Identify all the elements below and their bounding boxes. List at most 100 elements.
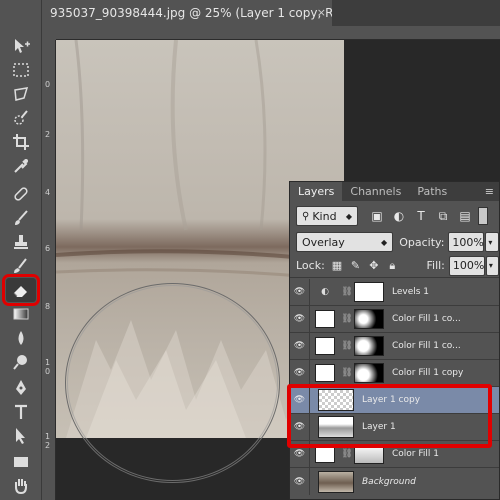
filter-kind-dropdown[interactable]: ⚲ Kind ◆ [296, 206, 358, 226]
rectangle-icon[interactable] [6, 450, 36, 474]
opacity-slider-button[interactable]: ▾ [485, 232, 499, 252]
vertical-ruler[interactable]: 0 2 4 6 8 1 0 1 2 [42, 40, 56, 500]
fill-color-thumbnail[interactable] [315, 364, 335, 382]
layer-name: Color Fill 1 co... [392, 341, 461, 351]
layer-row[interactable]: 👁︎ ⛓︎ Color Fill 1 co... [290, 305, 499, 333]
eraser-icon[interactable] [2, 274, 40, 306]
lock-position-icon[interactable]: ✥ [368, 259, 380, 273]
link-icon[interactable]: ⛓︎ [340, 287, 354, 297]
quick-select-icon[interactable] [6, 106, 36, 130]
healing-brush-icon[interactable] [6, 182, 36, 206]
layer-mask-thumbnail[interactable] [354, 309, 384, 329]
fill-field[interactable]: 100% [448, 255, 485, 276]
ruler-tick: 1 0 [45, 358, 51, 376]
layer-thumbnail[interactable] [318, 470, 354, 493]
tab-bar-background [332, 0, 500, 26]
layer-name: Layer 1 copy [362, 395, 421, 405]
layer-row-background[interactable]: 👁︎ Background [290, 468, 499, 495]
hand-icon[interactable] [6, 474, 36, 498]
lock-transparent-icon[interactable]: ▦ [331, 259, 343, 273]
photoshop-window: 935037_90398444.jpg @ 25% (Layer 1 copy,… [0, 0, 500, 500]
panel-menu-icon[interactable]: ≡ [485, 182, 499, 201]
visibility-eye-icon[interactable]: 👁︎ [290, 278, 310, 306]
panel-tab-bar: Layers Channels Paths ≡ [290, 182, 499, 201]
link-icon[interactable]: ⛓︎ [340, 341, 354, 351]
search-icon: ⚲ [302, 210, 310, 222]
adjustment-levels-icon: ◐ [321, 287, 329, 297]
document-tab[interactable]: 935037_90398444.jpg @ 25% (Layer 1 copy,… [42, 0, 332, 26]
tab-layers[interactable]: Layers [290, 182, 343, 201]
horizontal-ruler[interactable] [56, 26, 500, 40]
layer-thumbnail[interactable] [318, 416, 354, 438]
blend-mode-dropdown[interactable]: Overlay ◆ [296, 232, 394, 252]
crop-icon[interactable] [6, 130, 36, 154]
brush-icon[interactable] [6, 206, 36, 230]
clone-stamp-icon[interactable] [6, 230, 36, 254]
lasso-icon[interactable] [6, 82, 36, 106]
tools-panel [0, 0, 42, 500]
fill-slider-button[interactable]: ▾ [485, 255, 499, 276]
visibility-eye-icon[interactable]: 👁︎ [290, 440, 310, 468]
type-icon[interactable] [6, 400, 36, 424]
visibility-eye-icon[interactable]: 👁︎ [290, 468, 310, 495]
ruler-tick: 0 [45, 80, 51, 89]
chevron-down-icon: ◆ [345, 211, 352, 221]
layer-row-selected[interactable]: 👁︎ Layer 1 copy [290, 386, 499, 414]
layer-name: Color Fill 1 [392, 449, 439, 459]
visibility-eye-icon[interactable]: 👁︎ [290, 332, 310, 360]
fill-color-thumbnail[interactable] [315, 337, 335, 355]
fill-label: Fill: [426, 259, 445, 272]
lock-row: Lock: ▦ ✎ ✥ 🔒︎ Fill: 100% ▾ [290, 254, 499, 278]
layer-mask-thumbnail[interactable] [354, 363, 384, 383]
close-tab-icon[interactable]: × [317, 0, 326, 26]
visibility-eye-icon[interactable]: 👁︎ [290, 305, 310, 333]
fill-color-thumbnail[interactable] [315, 445, 335, 463]
layer-row[interactable]: 👁︎ ◐ ⛓︎ Levels 1 [290, 278, 499, 306]
visibility-eye-icon[interactable]: 👁︎ [290, 386, 310, 414]
opacity-value: 100% [452, 235, 484, 249]
move-icon[interactable] [6, 34, 36, 58]
history-brush-icon[interactable] [6, 254, 36, 278]
layer-mask-thumbnail[interactable] [354, 336, 384, 356]
link-icon[interactable]: ⛓︎ [340, 314, 354, 324]
lock-all-icon[interactable]: 🔒︎ [386, 259, 398, 273]
filter-kind-value: Kind [312, 209, 337, 223]
ruler-origin[interactable] [42, 26, 56, 40]
layer-name: Background [362, 476, 416, 487]
filter-type-icon[interactable]: T [412, 207, 430, 225]
filter-toggle[interactable] [478, 207, 488, 225]
blur-icon[interactable] [6, 326, 36, 350]
layer-row[interactable]: 👁︎ ⛓︎ Color Fill 1 co... [290, 332, 499, 360]
link-icon[interactable]: ⛓︎ [340, 368, 354, 378]
dodge-icon[interactable] [6, 350, 36, 374]
layer-row[interactable]: 👁︎ ⛓︎ Color Fill 1 copy [290, 359, 499, 387]
visibility-eye-icon[interactable]: 👁︎ [290, 359, 310, 387]
tab-channels[interactable]: Channels [342, 182, 409, 201]
marquee-icon[interactable] [6, 58, 36, 82]
gradient-icon[interactable] [6, 302, 36, 326]
layer-name: Color Fill 1 copy [392, 368, 464, 378]
fill-value: 100% [452, 259, 485, 272]
opacity-label: Opacity: [399, 235, 445, 249]
eyedropper-icon[interactable] [6, 154, 36, 178]
path-select-icon[interactable] [6, 424, 36, 448]
filter-adjustment-icon[interactable]: ◐ [390, 207, 408, 225]
lock-image-icon[interactable]: ✎ [349, 259, 361, 273]
pen-icon[interactable] [6, 376, 36, 400]
layer-mask-thumbnail[interactable] [354, 282, 384, 302]
layer-filter-row: ⚲ Kind ◆ ▣ ◐ T ⧉ ▤ [290, 202, 499, 230]
opacity-field[interactable]: 100% [448, 232, 485, 252]
link-icon[interactable]: ⛓︎ [340, 449, 354, 459]
fill-color-thumbnail[interactable] [315, 310, 335, 328]
elliptical-selection-inner [67, 285, 278, 481]
filter-smart-object-icon[interactable]: ▤ [456, 207, 474, 225]
layer-row[interactable]: 👁︎ Layer 1 [290, 413, 499, 441]
filter-shape-icon[interactable]: ⧉ [434, 207, 452, 225]
tab-paths[interactable]: Paths [409, 182, 455, 201]
filter-pixel-icon[interactable]: ▣ [368, 207, 386, 225]
layer-thumbnail[interactable] [318, 389, 354, 411]
layer-mask-thumbnail[interactable] [354, 444, 384, 464]
ruler-tick: 4 [45, 188, 51, 197]
layer-row[interactable]: 👁︎ ⛓︎ Color Fill 1 [290, 440, 499, 468]
visibility-eye-icon[interactable]: 👁︎ [290, 413, 310, 441]
